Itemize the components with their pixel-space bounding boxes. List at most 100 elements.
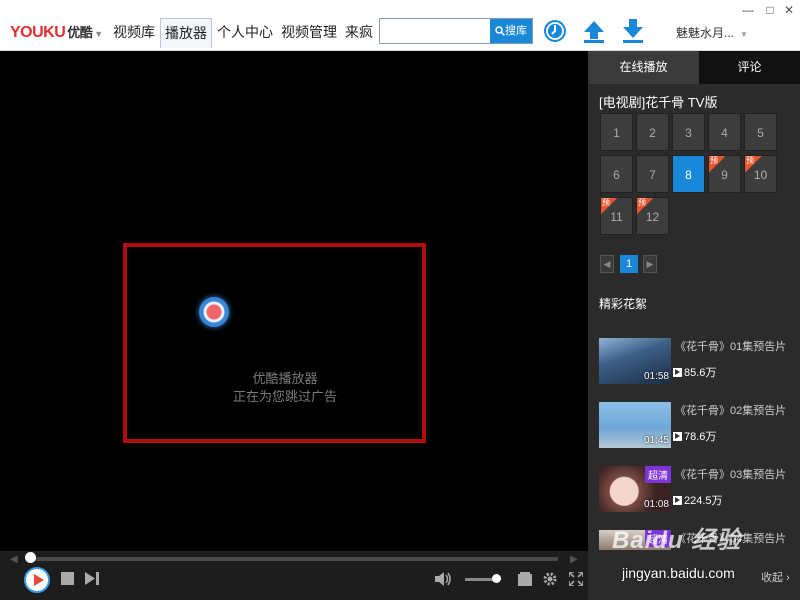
nav-item-video-library[interactable]: 视频库 xyxy=(110,18,158,46)
loading-icon xyxy=(199,297,229,327)
play-count-icon xyxy=(673,368,682,377)
list-item[interactable]: 超清 01:08 《花千骨》03集预告片 224.5万 xyxy=(599,466,799,512)
episode-button[interactable]: 8 xyxy=(672,155,705,193)
nav-item-personal-center[interactable]: 个人中心 xyxy=(214,18,276,46)
player-message: 优酷播放器 正在为您跳过广告 xyxy=(205,370,365,406)
clock-icon[interactable] xyxy=(543,19,567,43)
chevron-down-icon: ▼ xyxy=(740,30,748,39)
progress-next-icon[interactable]: ▶ xyxy=(570,554,578,565)
series-title: [电视剧]花千骨 TV版 xyxy=(599,95,718,110)
play-button[interactable] xyxy=(24,567,50,593)
chevron-down-icon: ▼ xyxy=(94,29,103,39)
episode-button[interactable]: 预 11 xyxy=(600,197,633,235)
clip-title[interactable]: 《花千骨》02集预告片 xyxy=(675,402,786,418)
preview-badge: 预 xyxy=(637,198,654,214)
youku-logo[interactable]: YOUKU 优酷 ▼ xyxy=(10,22,103,42)
clip-duration: 01:58 xyxy=(643,371,669,382)
clip-title[interactable]: 《花千骨》03集预告片 xyxy=(675,466,786,482)
close-icon[interactable]: ✕ xyxy=(782,3,796,17)
episode-button[interactable]: 2 xyxy=(636,113,669,151)
volume-handle[interactable] xyxy=(492,574,501,583)
download-icon[interactable] xyxy=(621,19,645,43)
episode-button[interactable]: 6 xyxy=(600,155,633,193)
minimize-icon[interactable]: — xyxy=(741,3,755,17)
episode-number: 5 xyxy=(757,126,764,140)
episode-button[interactable]: 1 xyxy=(600,113,633,151)
player-message-status: 正在为您跳过广告 xyxy=(232,389,337,404)
preview-badge: 预 xyxy=(601,198,618,214)
nav-item-video-manage[interactable]: 视频管理 xyxy=(278,18,340,46)
collapse-button[interactable]: 收起 › xyxy=(761,569,790,585)
upload-icon[interactable] xyxy=(582,19,606,43)
episode-button[interactable]: 预9 xyxy=(708,155,741,193)
fullscreen-icon[interactable] xyxy=(569,572,583,586)
search-box: 搜库 xyxy=(379,18,533,44)
player-message-title: 优酷播放器 xyxy=(252,371,318,386)
episode-number: 6 xyxy=(613,168,620,182)
search-button[interactable]: 搜库 xyxy=(490,19,532,43)
playlist-icon[interactable] xyxy=(518,572,532,586)
episode-button[interactable]: 预 12 xyxy=(636,197,669,235)
clip-duration: 01:08 xyxy=(643,499,669,510)
section-title-highlights: 精彩花絮 xyxy=(599,297,648,311)
page-number[interactable]: 1 xyxy=(620,255,638,273)
clip-duration: 01:45 xyxy=(643,435,669,446)
progress-bar[interactable] xyxy=(30,557,558,561)
clip-views: 85.6万 xyxy=(673,364,716,380)
search-button-label: 搜库 xyxy=(505,25,527,37)
episode-number: 1 xyxy=(613,126,620,140)
baidu-watermark-url: jingyan.baidu.com xyxy=(622,565,735,581)
episode-number: 7 xyxy=(649,168,656,182)
volume-icon[interactable] xyxy=(435,572,453,586)
player-controls: ◀ ▶ xyxy=(0,551,588,600)
episode-number: 3 xyxy=(685,126,692,140)
episode-button[interactable]: 7 xyxy=(636,155,669,193)
clip-thumbnail[interactable]: 超清 01:08 xyxy=(599,466,671,512)
episode-button[interactable]: 5 xyxy=(744,113,777,151)
user-menu[interactable]: 魅魅水月... ▼ xyxy=(676,24,748,41)
episode-button[interactable]: 4 xyxy=(708,113,741,151)
maximize-icon[interactable]: □ xyxy=(763,3,777,17)
logo-text: YOUKU xyxy=(10,24,66,41)
next-episode-icon[interactable] xyxy=(85,572,99,585)
list-item[interactable]: 01:45 《花千骨》02集预告片 78.6万 xyxy=(599,402,799,448)
episode-button[interactable]: 预 10 xyxy=(744,155,777,193)
hd-badge: 超清 xyxy=(645,466,671,483)
search-input[interactable] xyxy=(380,19,498,43)
page-next-icon[interactable]: ▶ xyxy=(643,255,657,273)
episode-number: 2 xyxy=(649,126,656,140)
video-player[interactable]: 优酷播放器 正在为您跳过广告 xyxy=(0,51,588,551)
tab-comments[interactable]: 评论 xyxy=(699,51,800,84)
highlight-box xyxy=(123,243,426,443)
page-prev-icon[interactable]: ◀ xyxy=(600,255,614,273)
clip-views-value: 78.6万 xyxy=(684,431,717,443)
stop-icon[interactable] xyxy=(61,572,74,585)
top-bar: YOUKU 优酷 ▼ 视频库 播放器 个人中心 视频管理 来疯 搜库 魅魅水月...… xyxy=(0,0,800,51)
progress-prev-icon[interactable]: ◀ xyxy=(10,554,18,565)
progress-handle[interactable] xyxy=(25,552,36,563)
episode-number: 4 xyxy=(721,126,728,140)
baidu-watermark: Baidu 经验 xyxy=(612,527,742,554)
volume-slider[interactable] xyxy=(465,578,495,581)
chevron-right-icon: › xyxy=(786,572,790,584)
search-icon xyxy=(495,26,505,36)
episode-number: 8 xyxy=(685,168,692,182)
tab-online-play[interactable]: 在线播放 xyxy=(588,51,699,84)
nav-item-laifeng[interactable]: 来疯 xyxy=(342,18,376,46)
username: 魅魅水月... xyxy=(676,26,735,40)
episode-button[interactable]: 3 xyxy=(672,113,705,151)
list-item[interactable]: 01:58 《花千骨》01集预告片 85.6万 xyxy=(599,338,799,384)
clip-views: 78.6万 xyxy=(673,428,716,444)
preview-badge: 预 xyxy=(709,156,726,172)
main-nav: 视频库 播放器 个人中心 视频管理 来疯 xyxy=(110,18,378,48)
play-count-icon xyxy=(673,496,682,505)
nav-item-player[interactable]: 播放器 xyxy=(160,18,212,48)
play-count-icon xyxy=(673,432,682,441)
clip-views: 224.5万 xyxy=(673,492,723,508)
sidebar-tabs: 在线播放 评论 xyxy=(588,51,800,84)
clip-thumbnail[interactable]: 01:45 xyxy=(599,402,671,448)
settings-icon[interactable] xyxy=(543,572,557,586)
clip-title[interactable]: 《花千骨》01集预告片 xyxy=(675,338,786,354)
logo-cn: 优酷 xyxy=(67,25,93,40)
clip-thumbnail[interactable]: 01:58 xyxy=(599,338,671,384)
